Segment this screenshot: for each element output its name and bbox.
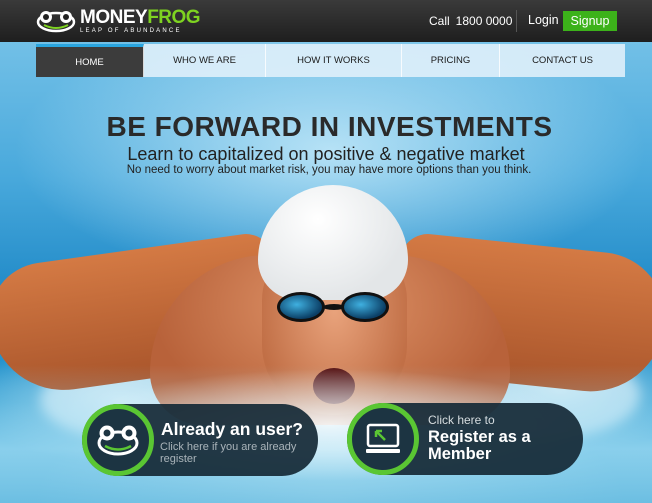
logo-tagline: LEAP OF ABUNDANCE bbox=[80, 28, 182, 34]
nav-pricing[interactable]: PRICING bbox=[402, 44, 500, 77]
header-divider bbox=[516, 10, 517, 32]
login-cta-icon-circle bbox=[82, 404, 154, 476]
monitor-icon bbox=[366, 423, 400, 453]
top-header: MONEYFROG LEAP OF ABUNDANCE Call 1800 000… bbox=[0, 0, 652, 42]
register-cta-title: Register as a Member bbox=[428, 428, 531, 463]
swim-cap bbox=[258, 185, 408, 300]
signup-button[interactable]: Signup bbox=[563, 11, 617, 31]
login-cta-title: Already an user? bbox=[161, 419, 303, 439]
logo-wordmark: MONEYFROG bbox=[80, 7, 201, 28]
hero-subheadline: Learn to capitalized on positive & negat… bbox=[127, 144, 525, 164]
brand-logo[interactable]: MONEYFROG LEAP OF ABUNDANCE bbox=[36, 7, 201, 35]
call-label: Call bbox=[429, 14, 450, 28]
nav-who-we-are[interactable]: WHO WE ARE bbox=[144, 44, 266, 77]
register-cta-icon-circle bbox=[347, 403, 419, 475]
logo-word-frog: FROG bbox=[147, 7, 201, 28]
login-link[interactable]: Login bbox=[528, 13, 559, 27]
hero-headline: BE FORWARD IN INVESTMENTS bbox=[106, 111, 553, 142]
register-cta-button[interactable]: Click here to Register as a Member bbox=[347, 403, 583, 475]
phone-number[interactable]: 1800 0000 bbox=[456, 14, 513, 28]
nav-home[interactable]: HOME bbox=[36, 44, 144, 77]
logo-text: MONEYFROG LEAP OF ABUNDANCE bbox=[80, 7, 201, 34]
swim-goggles bbox=[275, 290, 395, 330]
call-info: Call 1800 0000 bbox=[429, 14, 512, 28]
register-cta-prelabel: Click here to bbox=[428, 413, 495, 427]
login-cta-button[interactable]: Already an user? Click here if you are a… bbox=[82, 404, 318, 476]
nav-contact-us[interactable]: CONTACT US bbox=[500, 44, 625, 77]
frog-icon bbox=[97, 425, 139, 456]
login-cta-subtitle: Click here if you are already register bbox=[160, 441, 297, 465]
nav-how-it-works[interactable]: HOW IT WORKS bbox=[266, 44, 402, 77]
logo-word-money: MONEY bbox=[80, 7, 148, 28]
frog-logo-icon bbox=[36, 11, 76, 33]
main-nav: HOME WHO WE ARE HOW IT WORKS PRICING CON… bbox=[36, 44, 625, 77]
hero-description: No need to worry about market risk, you … bbox=[126, 164, 532, 176]
